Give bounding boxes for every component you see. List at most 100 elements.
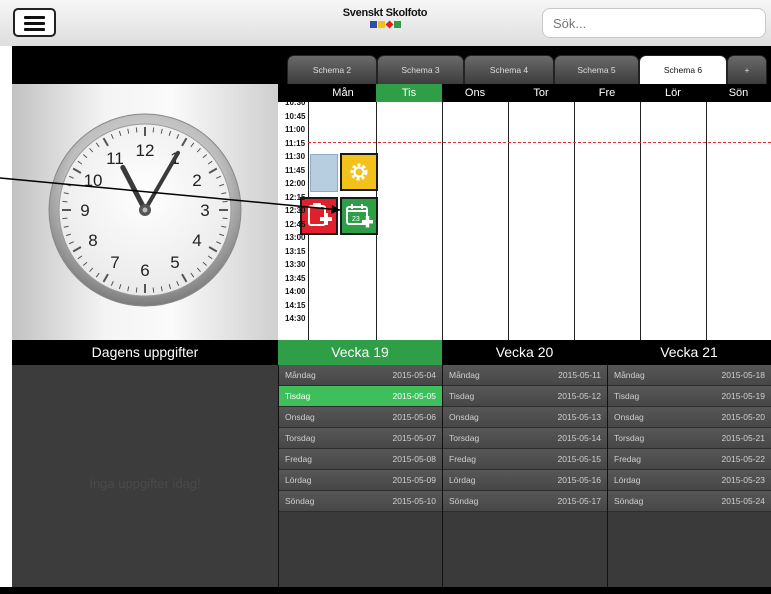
week-21-list: Måndag 2015-05-18 Tisdag 2015-05-19 Onsdag… xyxy=(607,365,771,587)
week21-row[interactable]: Torsdag 2015-05-21 xyxy=(608,428,771,449)
week21-row[interactable]: Måndag 2015-05-18 xyxy=(608,365,771,386)
tasks-title: Dagens uppgifter xyxy=(12,340,278,365)
clock-number: 3 xyxy=(200,201,209,220)
clock-number: 12 xyxy=(136,141,155,160)
clock-number: 2 xyxy=(192,171,201,190)
tasks-empty-message: Inga uppgifter idag! xyxy=(89,476,201,491)
schedule-grid[interactable]: 23 10:30 10:45 11:00 11:15 11:30 11:45 12:00 12… xyxy=(278,102,771,340)
clock-tick xyxy=(222,217,228,220)
clock-tick xyxy=(152,287,155,293)
clipboard-add-icon xyxy=(308,203,332,226)
days-header: Mån Tis Ons Tor Fre Lör Sön xyxy=(278,84,771,102)
day-sun[interactable]: Sön xyxy=(706,84,771,102)
top-bar: Svenskt Skolfoto xyxy=(0,0,771,47)
week19-row[interactable]: Lördag 2015-05-09 xyxy=(279,470,442,491)
week19-row[interactable]: Torsdag 2015-05-07 xyxy=(279,428,442,449)
week-20-list: Måndag 2015-05-11 Tisdag 2015-05-12 Onsdag… xyxy=(442,365,607,587)
time-label: 13:15 xyxy=(285,246,306,256)
clock-tick xyxy=(62,200,68,203)
clock-tick xyxy=(62,217,68,220)
tab-schema-3[interactable]: Schema 3 xyxy=(377,55,464,84)
clock-number: 6 xyxy=(140,261,149,280)
time-label: 14:00 xyxy=(285,287,306,296)
calendar-event[interactable]: 23 xyxy=(340,197,378,235)
clock-number: 4 xyxy=(192,231,201,250)
time-label: 14:30 xyxy=(285,314,306,323)
tab-schema-6[interactable]: Schema 6 xyxy=(639,55,727,84)
tab-schema-5[interactable]: Schema 5 xyxy=(554,55,639,84)
time-label: 11:00 xyxy=(285,125,306,134)
week20-row[interactable]: Torsdag 2015-05-14 xyxy=(443,428,607,449)
brand-name: Svenskt Skolfoto xyxy=(342,7,428,19)
week19-row[interactable]: Fredag 2015-05-08 xyxy=(279,449,442,470)
task-event[interactable] xyxy=(300,197,338,235)
tab-schema-2[interactable]: Schema 2 xyxy=(287,55,377,84)
time-label: 12:30 xyxy=(285,206,306,215)
clock-tick xyxy=(222,200,228,203)
settings-event[interactable] xyxy=(340,153,378,191)
clock-number: 10 xyxy=(84,171,103,190)
gear-icon xyxy=(350,163,368,181)
schedule-block[interactable] xyxy=(310,154,338,192)
week20-row[interactable]: Tisdag 2015-05-12 xyxy=(443,386,607,407)
week-19-list: Måndag 2015-05-04 Tisdag 2015-05-05 Onsdag… xyxy=(278,365,442,587)
analog-clock: 121234567891011 xyxy=(48,113,242,307)
week21-row[interactable]: Onsdag 2015-05-20 xyxy=(608,407,771,428)
clock-panel: 121234567891011 xyxy=(12,84,278,340)
menu-icon xyxy=(24,16,45,19)
time-label: 13:30 xyxy=(285,260,306,269)
day-sat[interactable]: Lör xyxy=(640,84,706,102)
schedule-tabs: Schema 2 Schema 3 Schema 4 Schema 5 Sche… xyxy=(278,46,771,84)
calendar-add-icon: 23 xyxy=(346,204,373,228)
day-wed[interactable]: Ons xyxy=(442,84,508,102)
week19-row[interactable]: Måndag 2015-05-04 xyxy=(279,365,442,386)
week21-row[interactable]: Lördag 2015-05-23 xyxy=(608,470,771,491)
week20-row[interactable]: Fredag 2015-05-15 xyxy=(443,449,607,470)
time-label: 10:30 xyxy=(285,102,306,107)
week20-row[interactable]: Onsdag 2015-05-13 xyxy=(443,407,607,428)
week20-row[interactable]: Söndag 2015-05-17 xyxy=(443,491,607,512)
week21-row[interactable]: Söndag 2015-05-24 xyxy=(608,491,771,512)
clock-number: 5 xyxy=(170,253,179,272)
week-20-header[interactable]: Vecka 20 xyxy=(442,340,607,365)
clock-tick xyxy=(135,287,138,293)
brand-logo: Svenskt Skolfoto xyxy=(330,7,440,29)
clock-tick xyxy=(135,127,138,133)
day-fri[interactable]: Fre xyxy=(574,84,640,102)
week21-row[interactable]: Fredag 2015-05-22 xyxy=(608,449,771,470)
clock-number: 11 xyxy=(106,149,124,168)
time-label: 13:00 xyxy=(285,233,306,242)
clock-number: 7 xyxy=(110,253,119,272)
time-label: 14:15 xyxy=(285,300,306,310)
clock-number: 9 xyxy=(80,201,89,220)
hamburger-menu-button[interactable] xyxy=(13,8,56,37)
time-label: 10:45 xyxy=(285,111,306,121)
current-time-line xyxy=(308,142,771,143)
time-label: 12:00 xyxy=(285,179,306,188)
add-tab-button[interactable]: + xyxy=(727,55,767,84)
left-margin xyxy=(0,46,12,594)
brand-color-blocks-icon xyxy=(330,20,440,29)
time-label: 11:45 xyxy=(285,165,306,175)
day-tue[interactable]: Tis xyxy=(376,84,442,102)
week21-row[interactable]: Tisdag 2015-05-19 xyxy=(608,386,771,407)
day-mon[interactable]: Mån xyxy=(310,84,376,102)
week19-row-selected[interactable]: Tisdag 2015-05-05 xyxy=(279,386,442,407)
calendar-day-number: 23 xyxy=(352,216,360,223)
tab-schema-4[interactable]: Schema 4 xyxy=(464,55,554,84)
clock-header-band xyxy=(12,46,278,84)
time-label: 13:45 xyxy=(285,273,306,283)
week20-row[interactable]: Lördag 2015-05-16 xyxy=(443,470,607,491)
week19-row[interactable]: Onsdag 2015-05-06 xyxy=(279,407,442,428)
time-label: 12:15 xyxy=(285,192,306,202)
search-input[interactable] xyxy=(542,8,766,38)
week-21-header[interactable]: Vecka 21 xyxy=(607,340,771,365)
week19-row[interactable]: Söndag 2015-05-10 xyxy=(279,491,442,512)
week-19-header[interactable]: Vecka 19 xyxy=(278,340,442,365)
week20-row[interactable]: Måndag 2015-05-11 xyxy=(443,365,607,386)
time-label: 11:30 xyxy=(285,152,306,161)
tasks-panel: Inga uppgifter idag! xyxy=(12,365,278,587)
clock-number: 8 xyxy=(88,231,97,250)
day-thu[interactable]: Tor xyxy=(508,84,574,102)
clock-tick xyxy=(152,127,155,133)
